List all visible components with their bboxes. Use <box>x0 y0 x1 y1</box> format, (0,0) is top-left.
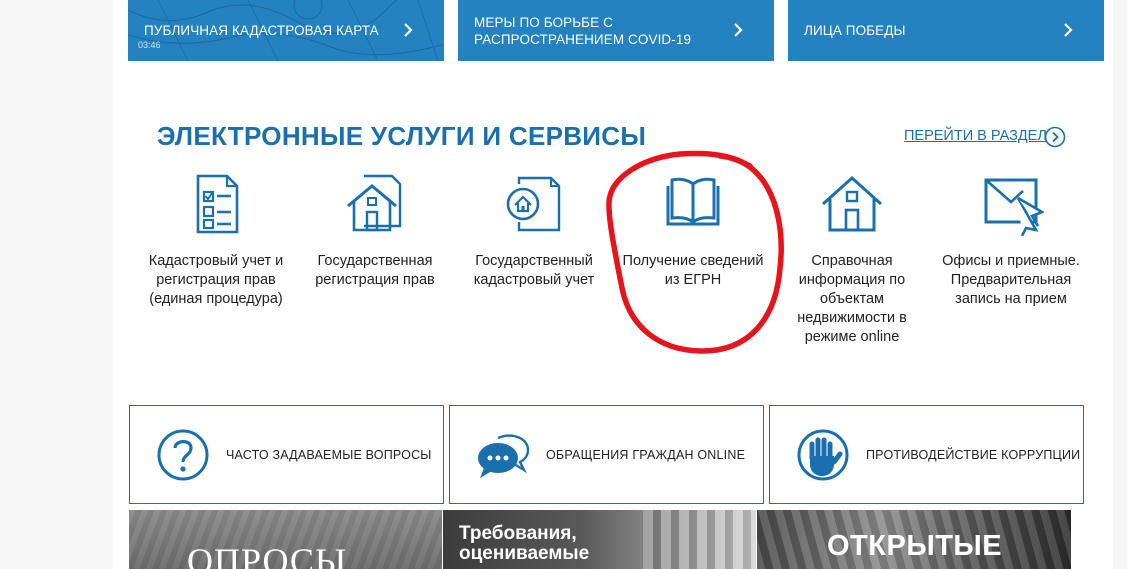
chevron-right-icon <box>404 23 413 37</box>
goto-section-link[interactable]: Перейти в раздел <box>904 128 1047 144</box>
service-label: Кадастровый учет и регистрация прав (еди… <box>148 253 284 307</box>
banner-label: Меры по борьбе с распространением COVID-… <box>474 14 692 47</box>
surveys-title: ОПРОСЫ <box>187 541 348 569</box>
anti-corruption-box[interactable]: Противодействие коррупции <box>769 405 1084 504</box>
house-document-icon <box>347 174 402 232</box>
form-document-icon <box>196 174 239 234</box>
photo-texture <box>643 510 756 569</box>
service-state-cadastral-accounting[interactable]: Государственный кадастровый учет <box>459 172 609 290</box>
anti-corruption-label: Противодействие коррупции <box>866 447 1081 462</box>
service-label: Справочная информация по объектам недвиж… <box>797 253 907 345</box>
chevron-right-icon <box>734 23 743 37</box>
service-offices-appointment[interactable]: Офисы и приемные. Предварительная запись… <box>936 172 1086 309</box>
map-number-label: 03:46 <box>138 40 161 50</box>
banner-faces-of-victory[interactable]: Лица победы <box>788 0 1104 61</box>
right-gutter <box>1113 0 1127 569</box>
requirements-tile[interactable]: Требования, оцениваемые <box>443 510 756 569</box>
open-data-tile[interactable]: ОТКРЫТЫЕ <box>757 510 1071 569</box>
service-label: Государственный кадастровый учет <box>473 253 595 288</box>
service-egrn-information[interactable]: Получение сведений из ЕГРН <box>618 172 768 290</box>
section-title: ЭЛЕКТРОННЫЕ УСЛУГИ И СЕРВИСЫ <box>157 121 647 151</box>
service-label: Офисы и приемные. Предварительная запись… <box>942 253 1080 307</box>
open-data-title: ОТКРЫТЫЕ <box>827 530 1003 562</box>
banner-label: Лица победы <box>804 23 906 38</box>
requirements-title: Требования, оцениваемые <box>459 523 590 564</box>
service-reference-info-online[interactable]: Справочная информация по объектам недвиж… <box>777 172 927 347</box>
citizen-appeals-box[interactable]: Обращения граждан online <box>449 405 764 504</box>
banner-label: Публичная кадастровая карта <box>144 23 379 38</box>
stop-hand-icon <box>797 429 849 480</box>
chevron-right-icon <box>1064 23 1073 37</box>
surveys-tile[interactable]: ОПРОСЫ <box>129 510 442 569</box>
left-gutter <box>0 0 113 569</box>
banner-public-cadastral-map[interactable]: Публичная кадастровая карта 03:46 <box>128 0 444 61</box>
service-state-rights-registration[interactable]: Государственная регистрация прав <box>300 172 450 290</box>
service-label: Государственная регистрация прав <box>315 253 435 288</box>
open-book-icon <box>666 177 720 226</box>
arrow-circle-right-icon[interactable] <box>1044 126 1066 148</box>
faq-box[interactable]: Часто задаваемые вопросы <box>129 405 444 504</box>
service-label: Получение сведений из ЕГРН <box>622 253 764 288</box>
house-circle-document-icon <box>506 176 561 232</box>
chat-bubbles-icon <box>478 433 530 478</box>
question-circle-icon <box>157 429 209 480</box>
envelope-cursor-icon <box>984 178 1044 236</box>
service-cadastral-registration[interactable]: Кадастровый учет и регистрация прав (еди… <box>141 172 291 309</box>
faq-label: Часто задаваемые вопросы <box>226 447 432 462</box>
banner-covid-measures[interactable]: Меры по борьбе с распространением COVID-… <box>458 0 774 61</box>
citizen-appeals-label: Обращения граждан online <box>546 447 746 462</box>
house-icon <box>821 175 883 232</box>
